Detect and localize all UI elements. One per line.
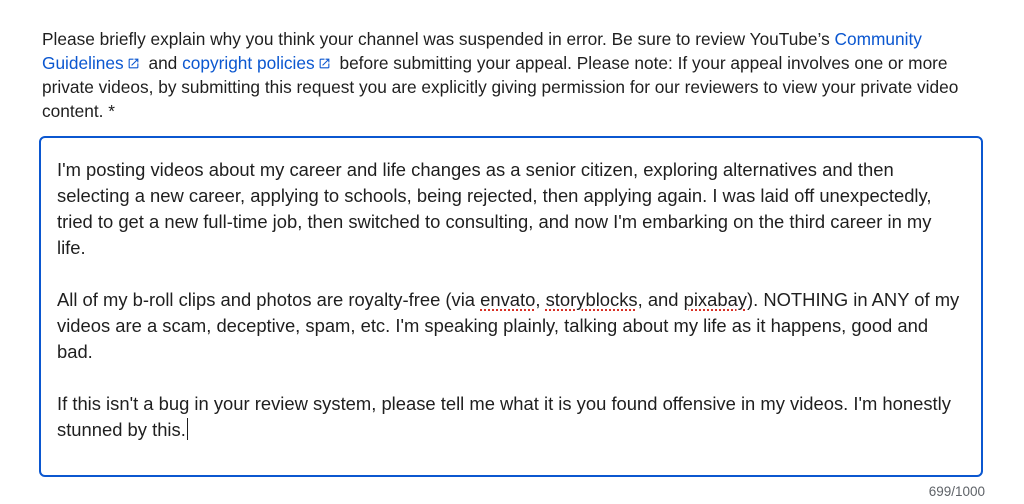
external-link-icon bbox=[127, 57, 140, 70]
copyright-policies-link[interactable]: copyright policies bbox=[182, 53, 335, 73]
text-cursor bbox=[186, 418, 189, 440]
appeal-paragraph-1: I'm posting videos about my career and l… bbox=[57, 159, 932, 258]
appeal-p3-text: If this isn't a bug in your review syste… bbox=[57, 393, 951, 440]
appeal-instructions: Please briefly explain why you think you… bbox=[42, 27, 992, 123]
instructions-text-1: Please briefly explain why you think you… bbox=[42, 29, 835, 49]
appeal-p2-text-c: , and bbox=[637, 289, 684, 310]
appeal-paragraph-2: All of my b-roll clips and photos are ro… bbox=[57, 287, 965, 365]
spellcheck-word-pixabay: pixabay bbox=[683, 289, 747, 310]
spellcheck-word-storyblocks: storyblocks bbox=[545, 289, 638, 310]
appeal-p2-text-a: All of my b-roll clips and photos are ro… bbox=[57, 289, 481, 310]
external-link-icon bbox=[318, 57, 331, 70]
character-counter: 699/1000 bbox=[928, 484, 985, 499]
instructions-text-and: and bbox=[143, 53, 183, 73]
copyright-policies-label: copyright policies bbox=[182, 53, 315, 73]
appeal-paragraph-3: If this isn't a bug in your review syste… bbox=[57, 391, 965, 443]
appeal-textarea[interactable]: I'm posting videos about my career and l… bbox=[39, 136, 983, 477]
spellcheck-word-envato: envato bbox=[480, 289, 536, 310]
appeal-p2-text-b: , bbox=[535, 289, 546, 310]
